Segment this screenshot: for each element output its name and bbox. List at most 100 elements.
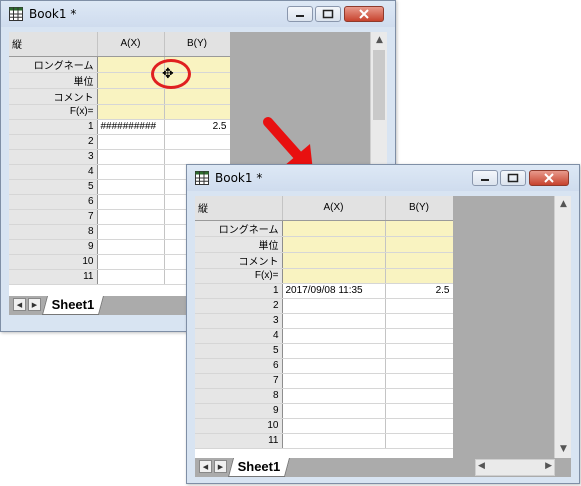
title-bar[interactable]: Book1 * (1, 1, 395, 27)
cell-b[interactable] (385, 358, 453, 374)
cell-a[interactable] (97, 194, 165, 210)
cell-a[interactable]: ########## (97, 119, 165, 135)
row-label-comments[interactable]: コメント (195, 252, 283, 269)
row-number[interactable]: 7 (195, 373, 283, 389)
cell-a[interactable] (97, 149, 165, 165)
row-label-fx[interactable]: F(x)= (195, 268, 283, 284)
sheet-tab[interactable]: Sheet1 (41, 296, 104, 315)
row-number[interactable]: 4 (195, 328, 283, 344)
cell[interactable] (97, 104, 165, 120)
row-number[interactable]: 11 (195, 433, 283, 449)
row-number[interactable]: 9 (195, 403, 283, 419)
row-number[interactable]: 9 (9, 239, 98, 255)
cell-a[interactable] (97, 224, 165, 240)
maximize-button[interactable] (500, 170, 526, 186)
cell-a[interactable]: 2017/09/08 11:35 (282, 283, 386, 299)
scroll-thumb[interactable] (373, 50, 385, 120)
cell-a[interactable] (282, 298, 386, 314)
row-label-longname[interactable]: ロングネーム (195, 220, 283, 237)
row-number[interactable]: 6 (9, 194, 98, 210)
cell-b[interactable] (385, 328, 453, 344)
row-number[interactable]: 5 (9, 179, 98, 195)
row-number[interactable]: 3 (9, 149, 98, 165)
corner-cell[interactable]: 縦 (195, 196, 283, 221)
cell-b[interactable] (385, 343, 453, 359)
tab-prev-icon[interactable]: ◀ (199, 460, 212, 473)
cell[interactable] (385, 252, 453, 269)
cell-b[interactable] (385, 403, 453, 419)
cell-a[interactable] (97, 179, 165, 195)
cell-b[interactable] (385, 433, 453, 449)
row-number[interactable]: 3 (195, 313, 283, 329)
cell-b[interactable] (385, 418, 453, 434)
cell-a[interactable] (97, 254, 165, 270)
cell-a[interactable] (282, 313, 386, 329)
row-number[interactable]: 5 (195, 343, 283, 359)
cell-b[interactable] (385, 313, 453, 329)
cell[interactable] (282, 236, 386, 253)
row-label-comments[interactable]: コメント (9, 88, 98, 105)
cell-b[interactable] (385, 388, 453, 404)
cell-a[interactable] (97, 209, 165, 225)
close-button[interactable] (529, 170, 569, 186)
scroll-up-icon[interactable]: ▲ (555, 196, 571, 213)
title-bar[interactable]: Book1 * (187, 165, 579, 191)
cell-a[interactable] (282, 418, 386, 434)
scroll-up-icon[interactable]: ▲ (371, 32, 387, 49)
tab-next-icon[interactable]: ▶ (28, 298, 41, 311)
cell-a[interactable] (282, 388, 386, 404)
cell-a[interactable] (282, 373, 386, 389)
row-label-longname[interactable]: ロングネーム (9, 56, 98, 73)
cell[interactable] (385, 268, 453, 284)
front-workbook-window[interactable]: Book1 * 縦 A(X) B(Y) ロングネーム 単位 コメント F(x)= (186, 164, 580, 484)
row-number[interactable]: 4 (9, 164, 98, 180)
cell[interactable] (282, 220, 386, 237)
column-header-a[interactable]: A(X) (282, 196, 386, 221)
column-header-b[interactable]: B(Y) (164, 32, 230, 57)
cell-a[interactable] (97, 164, 165, 180)
row-number[interactable]: 1 (9, 119, 98, 135)
tab-prev-icon[interactable]: ◀ (13, 298, 26, 311)
vertical-scrollbar[interactable]: ▲ ▼ (554, 196, 571, 458)
row-number[interactable]: 2 (9, 134, 98, 150)
cell[interactable] (97, 88, 165, 105)
cell-b[interactable]: 2.5 (164, 119, 230, 135)
column-header-a[interactable]: A(X) (97, 32, 165, 57)
row-label-units[interactable]: 単位 (9, 72, 98, 89)
scroll-down-icon[interactable]: ▼ (555, 441, 571, 458)
scroll-right-icon[interactable]: ▶ (545, 461, 552, 471)
row-number[interactable]: 8 (9, 224, 98, 240)
maximize-button[interactable] (315, 6, 341, 22)
row-number[interactable]: 6 (195, 358, 283, 374)
row-number[interactable]: 8 (195, 388, 283, 404)
minimize-button[interactable] (287, 6, 313, 22)
cell-b[interactable] (385, 298, 453, 314)
cell-b[interactable] (164, 149, 230, 165)
cell[interactable] (385, 236, 453, 253)
cell[interactable] (282, 268, 386, 284)
cell-a[interactable] (97, 134, 165, 150)
cell[interactable] (385, 220, 453, 237)
row-number[interactable]: 7 (9, 209, 98, 225)
cell-a[interactable] (282, 403, 386, 419)
cell-a[interactable] (282, 358, 386, 374)
cell-a[interactable] (97, 269, 165, 285)
close-button[interactable] (344, 6, 384, 22)
row-number[interactable]: 10 (195, 418, 283, 434)
cell-a[interactable] (282, 433, 386, 449)
cell-a[interactable] (97, 239, 165, 255)
cell-a[interactable] (282, 343, 386, 359)
row-number[interactable]: 2 (195, 298, 283, 314)
cell-a[interactable] (282, 328, 386, 344)
scroll-left-icon[interactable]: ◀ (478, 461, 485, 471)
horizontal-scrollbar[interactable]: ◀ ▶ (475, 459, 555, 476)
cell-b[interactable] (164, 134, 230, 150)
cell[interactable] (164, 104, 230, 120)
row-label-units[interactable]: 単位 (195, 236, 283, 253)
cell-b[interactable]: 2.5 (385, 283, 453, 299)
row-number[interactable]: 11 (9, 269, 98, 285)
row-label-fx[interactable]: F(x)= (9, 104, 98, 120)
cell-b[interactable] (385, 373, 453, 389)
corner-cell[interactable]: 縦 (9, 32, 98, 57)
tab-next-icon[interactable]: ▶ (214, 460, 227, 473)
